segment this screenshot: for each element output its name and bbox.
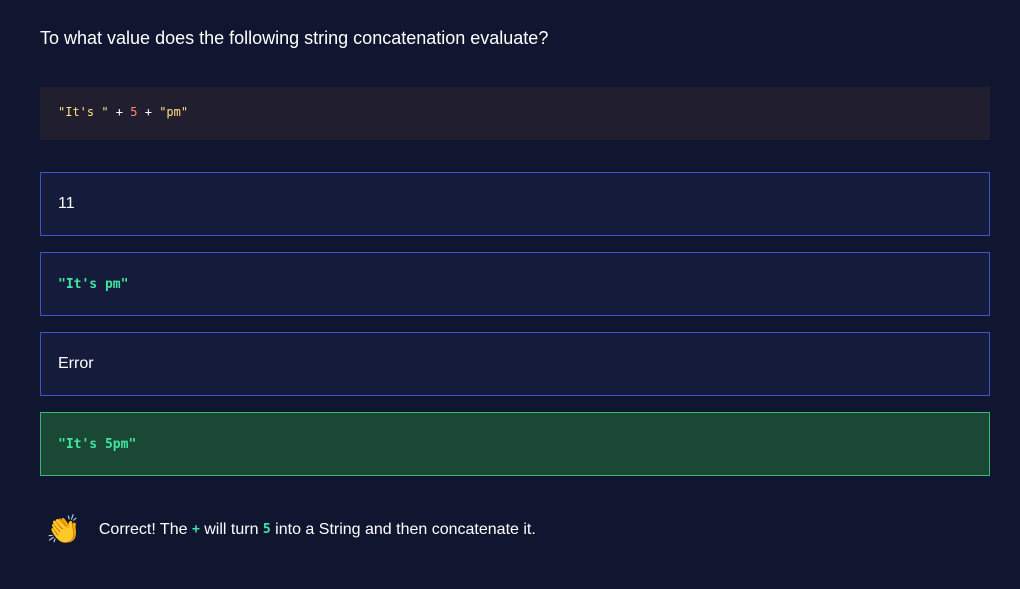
clapping-hands-icon: 👏 [46, 514, 81, 545]
code-block: "It's " + 5 + "pm" [40, 87, 990, 140]
code-string: "pm" [159, 105, 189, 119]
option-label: 11 [58, 195, 75, 212]
answer-option-error[interactable]: Error [40, 332, 990, 396]
code-operator: + [137, 105, 160, 119]
feedback-code: 5 [262, 522, 271, 537]
option-label: "It's 5pm" [58, 436, 137, 452]
answer-option-11[interactable]: 11 [40, 172, 990, 236]
feedback-text: Correct! The [98, 520, 192, 538]
feedback-message: 👏 Correct! The + will turn 5 into a Stri… [46, 513, 536, 546]
feedback-text: into a String and then concatenate it. [270, 520, 536, 538]
feedback-code: + [191, 522, 200, 537]
question-text: To what value does the following string … [40, 28, 549, 48]
answer-option-its-pm[interactable]: "It's pm" [40, 252, 990, 316]
code-string: "It's " [58, 105, 109, 119]
option-label: Error [58, 355, 94, 372]
code-number: 5 [130, 105, 138, 119]
option-label: "It's pm" [58, 276, 129, 292]
answer-option-its-5pm-correct[interactable]: "It's 5pm" [40, 412, 990, 476]
feedback-text: will turn [199, 520, 263, 538]
code-operator: + [108, 105, 131, 119]
